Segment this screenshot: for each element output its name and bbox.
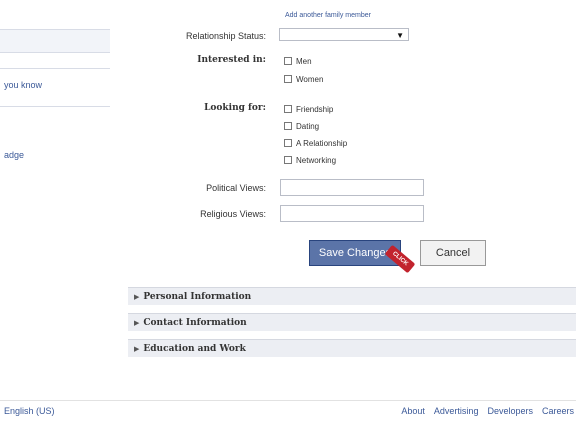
religious-views-label: Religious Views: — [200, 209, 266, 219]
section-contact-information[interactable]: ▶ Contact Information — [128, 313, 576, 331]
section-label: Education and Work — [143, 344, 246, 354]
footer-link-developers[interactable]: Developers — [487, 406, 533, 416]
dropdown-arrow-icon: ▼ — [396, 31, 404, 40]
checkbox-label: Networking — [296, 155, 337, 165]
footer-links: About Advertising Developers Careers — [401, 406, 574, 416]
looking-for-networking-checkbox[interactable]: Networking — [284, 154, 336, 166]
checkbox-icon[interactable] — [284, 105, 292, 113]
looking-for-label: Looking for: — [204, 103, 266, 113]
checkbox-icon[interactable] — [284, 57, 292, 65]
section-personal-information[interactable]: ▶ Personal Information — [128, 287, 576, 305]
checkbox-icon[interactable] — [284, 75, 292, 83]
sidebar-divider — [0, 52, 110, 53]
checkbox-label: Dating — [296, 121, 320, 131]
cancel-button[interactable]: Cancel — [420, 240, 486, 266]
sidebar-item-highlight[interactable] — [0, 30, 110, 52]
checkbox-label: Men — [296, 56, 312, 66]
political-views-input[interactable] — [280, 179, 424, 196]
checkbox-label: Women — [296, 74, 324, 84]
checkbox-label: Friendship — [296, 104, 334, 114]
political-views-label: Political Views: — [206, 183, 266, 193]
checkbox-label: A Relationship — [296, 138, 348, 148]
section-label: Personal Information — [143, 292, 252, 302]
interested-in-women-checkbox[interactable]: Women — [284, 73, 323, 85]
sidebar-item-badge[interactable]: adge — [4, 150, 24, 160]
sidebar-divider — [0, 68, 110, 69]
relationship-status-select[interactable]: ▼ — [279, 28, 409, 41]
checkbox-icon[interactable] — [284, 156, 292, 164]
looking-for-dating-checkbox[interactable]: Dating — [284, 120, 319, 132]
relationship-status-label: Relationship Status: — [185, 31, 266, 41]
looking-for-friendship-checkbox[interactable]: Friendship — [284, 103, 333, 115]
sidebar-item-people-you-know[interactable]: you know — [4, 80, 42, 90]
add-family-member-link[interactable]: Add another family member — [285, 12, 371, 19]
sidebar-divider — [0, 106, 110, 107]
expand-triangle-icon: ▶ — [134, 318, 140, 327]
footer-link-advertising[interactable]: Advertising — [434, 406, 479, 416]
expand-triangle-icon: ▶ — [134, 344, 140, 353]
footer-divider — [0, 400, 576, 401]
religious-views-input[interactable] — [280, 205, 424, 222]
checkbox-icon[interactable] — [284, 122, 292, 130]
section-education-and-work[interactable]: ▶ Education and Work — [128, 339, 576, 357]
expand-triangle-icon: ▶ — [134, 292, 140, 301]
footer-link-about[interactable]: About — [401, 406, 425, 416]
section-label: Contact Information — [143, 318, 247, 328]
checkbox-icon[interactable] — [284, 139, 292, 147]
interested-in-men-checkbox[interactable]: Men — [284, 55, 312, 67]
footer-language-link[interactable]: English (US) — [4, 406, 55, 416]
footer-link-careers[interactable]: Careers — [542, 406, 574, 416]
looking-for-relationship-checkbox[interactable]: A Relationship — [284, 137, 347, 149]
interested-in-label: Interested in: — [197, 55, 266, 65]
